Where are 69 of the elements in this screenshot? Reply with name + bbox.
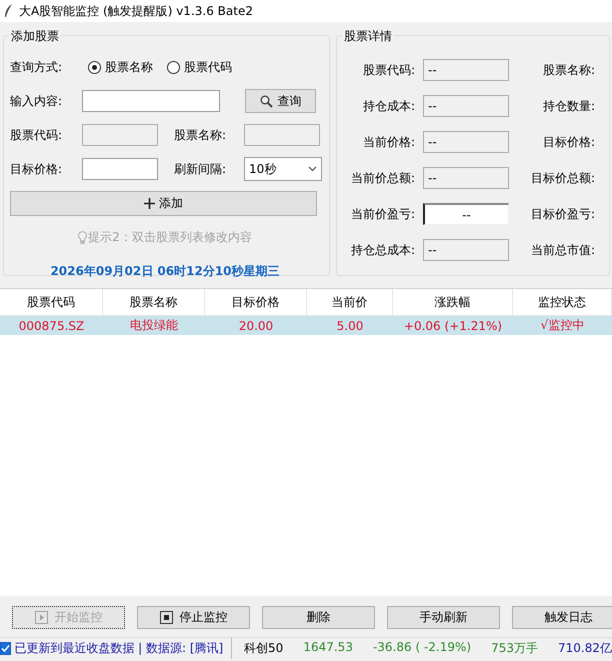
field-label: 当前价总额:	[350, 170, 415, 186]
value-field[interactable]: --	[423, 131, 509, 153]
field-label: 目标价盈亏:	[530, 206, 595, 222]
field-label: 输入内容:	[10, 92, 64, 110]
field-label: 股票名称:	[542, 62, 595, 78]
value-field[interactable]: --	[423, 239, 509, 261]
field-label: 持仓数量:	[542, 98, 595, 114]
field-label: 股票代码:	[362, 62, 415, 78]
table-cell-text: √监控中	[540, 317, 586, 334]
feather-icon	[4, 4, 13, 18]
lightbulb-icon	[78, 230, 88, 244]
play-icon	[34, 611, 48, 624]
stop-icon	[160, 611, 172, 624]
group-title: 股票详情	[344, 29, 392, 43]
radio-button[interactable]: 股票名称	[88, 58, 153, 76]
column-header[interactable]: 目标价格	[205, 289, 307, 315]
table-cell-text: 5.00	[336, 318, 364, 332]
field-label: 持仓总成本:	[350, 242, 415, 258]
query-button[interactable]: 查询	[245, 89, 316, 113]
plus-icon	[144, 198, 155, 208]
input-field[interactable]	[82, 158, 158, 180]
toolbar-button[interactable]: 停止监控	[137, 606, 250, 629]
table-cell-text: 电投绿能	[129, 317, 179, 334]
column-header[interactable]: 监控状态	[513, 289, 612, 315]
index-value: 1647.53	[303, 640, 353, 656]
index-value: 710.82亿	[558, 640, 612, 657]
value-field[interactable]: --	[423, 95, 509, 117]
column-header[interactable]: 股票名称	[103, 289, 205, 315]
column-header[interactable]: 股票代码	[0, 289, 103, 315]
value-field[interactable]: --	[423, 167, 509, 189]
column-header[interactable]: 涨跌幅	[393, 289, 513, 315]
field-label: 股票代码:	[10, 126, 64, 144]
radio-button[interactable]: 股票代码	[167, 58, 232, 76]
field-label: 持仓成本:	[362, 98, 415, 114]
search-icon	[260, 94, 272, 108]
field-label: 当前价盈亏:	[350, 206, 415, 222]
group-title: 添加股票	[11, 29, 59, 43]
field-label: 刷新间隔:	[173, 160, 228, 178]
table-cell-text: 20.00	[238, 318, 274, 332]
datetime-text: 2026年09月02日 06时12分10秒星期三	[49, 262, 281, 280]
value-field[interactable]: --	[423, 203, 509, 225]
input-field[interactable]	[82, 124, 158, 146]
field-label: 目标价格:	[542, 134, 595, 150]
table-cell-text: +0.06 (+1.21%)	[402, 318, 504, 332]
checkbox[interactable]	[0, 642, 12, 655]
input-field[interactable]	[244, 124, 320, 146]
table-row[interactable]: 000875.SZ 电投绿能 20.00 5.00 +0.06 (+1.21%) √监控中	[0, 316, 612, 335]
toolbar-button[interactable]: 触发日志	[512, 606, 612, 629]
index-value: -36.86 ( -2.19%)	[372, 640, 472, 656]
status-message: 已更新到最近收盘数据 | 数据源: [腾讯]	[14, 640, 224, 657]
toolbar-button[interactable]: 手动刷新	[387, 606, 500, 629]
index-value: 753万手	[491, 640, 538, 657]
caret-icon	[308, 166, 317, 172]
field-label: 当前价格:	[362, 134, 415, 150]
hint-text: 提示2：双击股票列表修改内容	[88, 228, 252, 246]
window-title: 大A股智能监控 (触发提醒版) v1.3.6 Bate2	[19, 2, 253, 20]
interval-dropdown[interactable]: 10秒	[244, 157, 322, 181]
field-label: 股票名称:	[173, 126, 228, 144]
add-button[interactable]: 添加	[10, 190, 317, 216]
toolbar-button[interactable]: 删除	[262, 606, 375, 629]
field-label: 目标价总额:	[530, 170, 595, 186]
input-field[interactable]	[82, 90, 220, 112]
index-value: 科创50	[244, 640, 284, 657]
value-field[interactable]: --	[423, 59, 509, 81]
field-label: 目标价格:	[10, 160, 64, 178]
column-header[interactable]: 当前价	[307, 289, 393, 315]
field-label: 当前总市值:	[530, 242, 595, 258]
field-label: 查询方式:	[10, 58, 64, 76]
table-cell-text: 000875.SZ	[18, 318, 86, 332]
